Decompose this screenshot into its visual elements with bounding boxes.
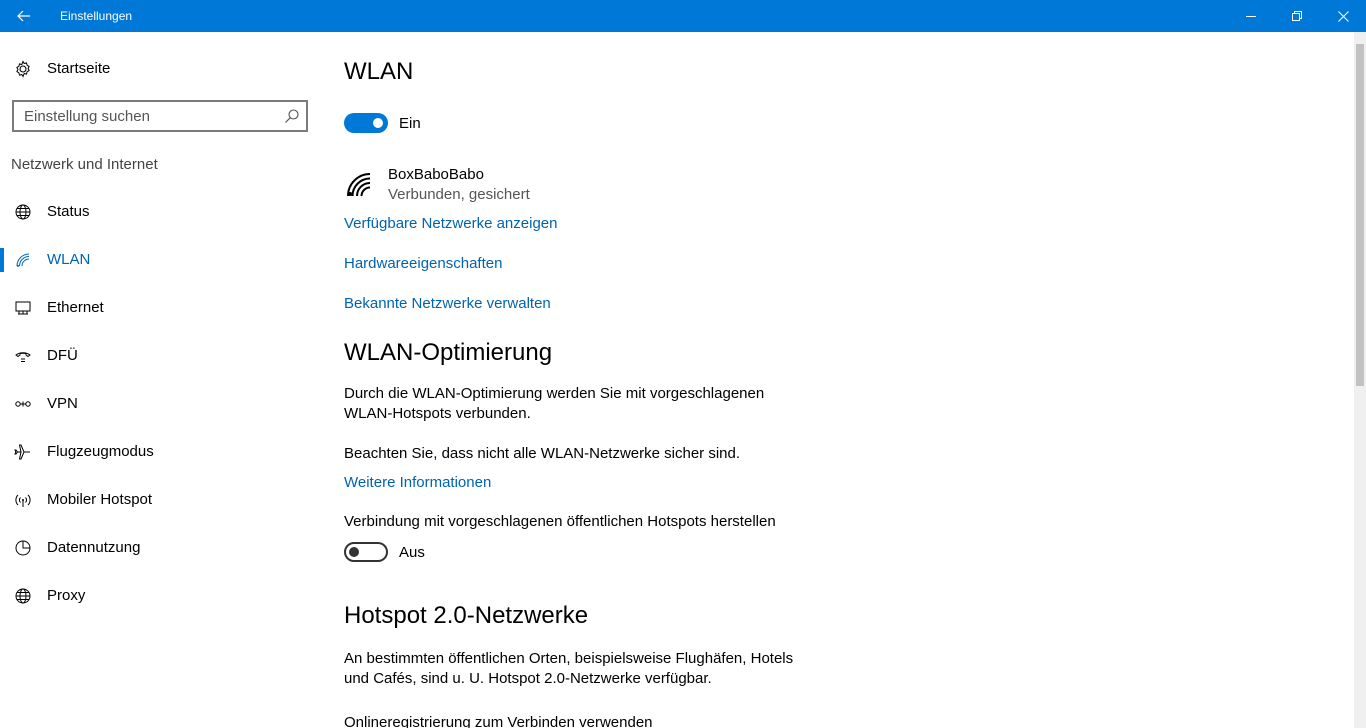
manage-known-networks-link[interactable]: Bekannte Netzwerke verwalten [344, 295, 551, 312]
search-icon[interactable] [284, 108, 300, 124]
airplane-icon [14, 444, 30, 460]
hotspot20-description: An bestimmten öffentlichen Orten, beispi… [344, 650, 794, 687]
sidebar-item-airplane[interactable]: Flugzeugmodus [0, 432, 320, 472]
online-registration-label: Onlineregistrierung zum Verbinden verwen… [344, 714, 653, 728]
vpn-icon [15, 401, 31, 407]
toggle-knob [373, 118, 383, 128]
sidebar-item-label: VPN [47, 395, 78, 412]
sidebar-item-label: Datennutzung [47, 539, 141, 556]
optimization-title: WLAN-Optimierung [344, 339, 553, 366]
available-networks-link[interactable]: Verfügbare Netzwerke anzeigen [344, 215, 557, 232]
sidebar-item-label: Proxy [47, 587, 86, 604]
hardware-properties-link[interactable]: Hardwareeigenschaften [344, 255, 502, 272]
hotspot-toggle[interactable] [344, 542, 388, 562]
sidebar: Startseite Netzwerk und Internet Status … [0, 32, 320, 728]
data-usage-icon [15, 540, 31, 556]
optimization-description: Durch die WLAN-Optimierung werden Sie mi… [344, 385, 765, 422]
sidebar-item-label: Mobiler Hotspot [47, 491, 153, 508]
home-label: Startseite [47, 60, 111, 77]
sidebar-item-proxy[interactable]: Proxy [0, 576, 320, 616]
hotspot20-title: Hotspot 2.0-Netzwerke [344, 602, 589, 629]
network-name: BoxBaboBabo [388, 166, 484, 183]
main-content: WLAN Ein BoxBaboBabo Verbunden, gesicher… [344, 32, 1350, 728]
wlan-toggle-label: Ein [399, 115, 421, 132]
dial-up-icon [15, 352, 31, 362]
connected-network[interactable]: BoxBaboBabo Verbunden, gesichert [344, 164, 744, 208]
sidebar-item-label: WLAN [47, 251, 91, 268]
sidebar-item-dfu[interactable]: DFÜ [0, 336, 320, 376]
sidebar-item-wlan[interactable]: WLAN [0, 240, 320, 280]
sidebar-item-ethernet[interactable]: Ethernet [0, 288, 320, 328]
scrollbar[interactable] [1354, 32, 1366, 728]
window-title: Einstellungen [60, 9, 133, 23]
sidebar-item-label: Flugzeugmodus [47, 443, 154, 460]
active-indicator [0, 248, 4, 272]
hotspot-icon [15, 494, 31, 507]
sidebar-item-label: Status [47, 203, 90, 220]
sidebar-item-vpn[interactable]: VPN [0, 384, 320, 424]
minimize-icon [1246, 16, 1256, 17]
page-title: WLAN [344, 58, 414, 85]
section-label: Netzwerk und Internet [11, 156, 158, 173]
close-icon [1337, 10, 1349, 22]
optimization-warning: Beachten Sie, dass nicht alle WLAN-Netzw… [344, 445, 741, 462]
minimize-button[interactable] [1228, 0, 1274, 32]
back-button[interactable] [0, 0, 48, 32]
wlan-toggle[interactable] [344, 113, 388, 133]
globe-icon [15, 204, 31, 220]
sidebar-item-mobile-hotspot[interactable]: Mobiler Hotspot [0, 480, 320, 520]
home-link[interactable]: Startseite [0, 54, 320, 84]
settings-search[interactable] [12, 100, 308, 132]
gear-icon [16, 60, 30, 78]
toggle-knob [349, 547, 359, 557]
ethernet-icon [15, 301, 31, 315]
sidebar-item-status[interactable]: Status [0, 192, 320, 232]
title-bar: Einstellungen [0, 0, 1366, 32]
sidebar-item-label: DFÜ [47, 347, 78, 364]
hotspot-toggle-label: Aus [399, 544, 425, 561]
network-status: Verbunden, gesichert [388, 186, 530, 203]
restore-icon [1292, 11, 1302, 21]
sidebar-item-data-usage[interactable]: Datennutzung [0, 528, 320, 568]
wifi-icon [16, 253, 30, 267]
arrow-left-icon [17, 10, 30, 22]
more-info-link[interactable]: Weitere Informationen [344, 474, 491, 491]
globe-icon [15, 588, 31, 604]
close-button[interactable] [1320, 0, 1366, 32]
scrollbar-thumb[interactable] [1356, 44, 1364, 386]
hotspot-setting-label: Verbindung mit vorgeschlagenen öffentlic… [344, 513, 776, 530]
wifi-signal-icon [347, 173, 371, 197]
sidebar-item-label: Ethernet [47, 299, 104, 316]
search-input[interactable] [24, 107, 274, 125]
restore-button[interactable] [1274, 0, 1320, 32]
